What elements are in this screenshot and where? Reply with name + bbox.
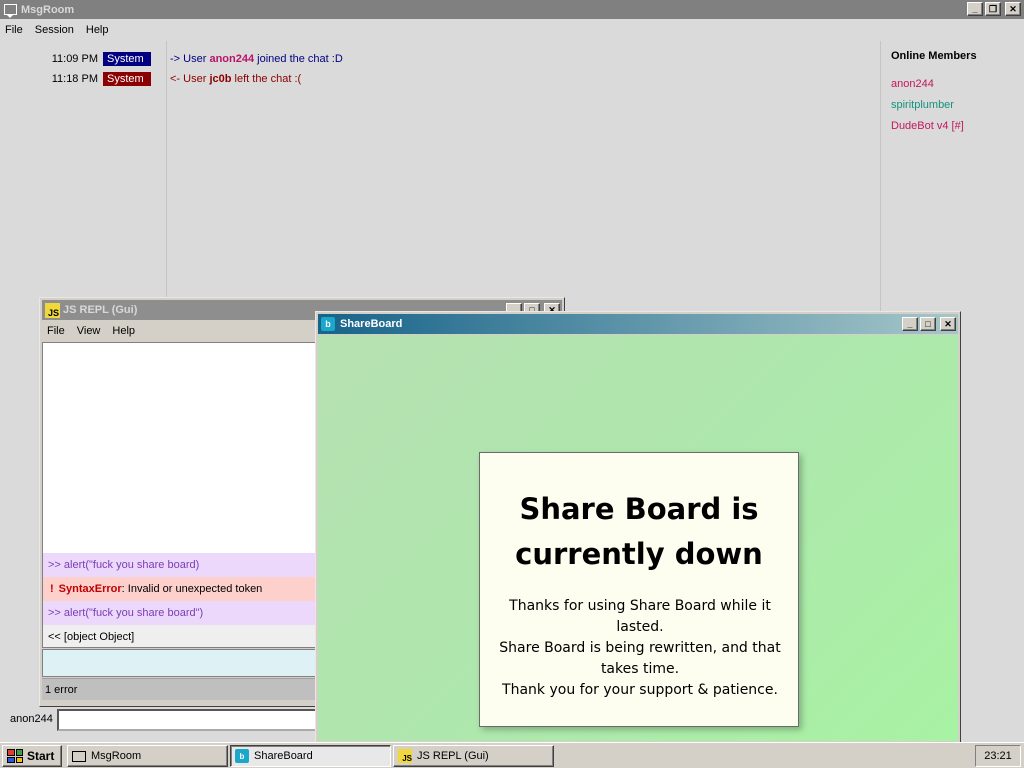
chat-icon — [4, 4, 17, 18]
taskbar-button-shareboard[interactable]: b ShareBoard — [230, 745, 391, 767]
maintenance-notice: Share Board is currently down Thanks for… — [479, 452, 799, 727]
notice-body-line: Share Board is being rewritten, and that… — [499, 640, 781, 677]
shareboard-canvas: Share Board is currently down Thanks for… — [318, 335, 958, 741]
message-text: <- User jc0b left the chat :( — [170, 73, 301, 85]
repl-code: alert("fuck you share board") — [63, 607, 204, 619]
msgroom-title: MsgRoom — [21, 3, 75, 16]
msgroom-menubar: File Session Help — [0, 19, 1024, 41]
repl-prefix: >> — [48, 559, 61, 571]
error-count: 1 error — [45, 683, 78, 696]
notice-heading-line: Share Board is — [519, 492, 759, 526]
repl-prefix: >> — [48, 607, 61, 619]
repl-code-input[interactable] — [42, 649, 362, 677]
message-prefix: User — [183, 73, 207, 85]
notice-body-line: Thanks for using Share Board while it la… — [509, 598, 771, 635]
restore-button[interactable]: ❐ — [985, 2, 1001, 16]
message-username[interactable]: jc0b — [209, 73, 231, 85]
message-timestamp: 11:09 PM — [51, 53, 98, 65]
menu-help[interactable]: Help — [107, 325, 142, 337]
menu-view[interactable]: View — [72, 325, 108, 337]
chat-icon — [72, 750, 86, 762]
shareboard-icon: b — [235, 749, 249, 763]
repl-menubar: File View Help — [42, 322, 142, 340]
error-message: : Invalid or unexpected token — [121, 583, 263, 595]
message-username[interactable]: anon244 — [209, 53, 254, 65]
menu-file[interactable]: File — [42, 325, 72, 337]
repl-output-line: << [object Object] — [43, 625, 361, 647]
message-arrow: -> — [170, 53, 181, 65]
js-icon: JS — [398, 749, 412, 763]
chat-message-row: 11:18 PM System <- User jc0b left the ch… — [0, 72, 301, 86]
message-text: -> User anon244 joined the chat :D — [170, 53, 343, 65]
repl-error-line: ! SyntaxError: Invalid or unexpected toke… — [43, 577, 361, 601]
message-prefix: User — [183, 53, 207, 65]
system-tray: 23:21 — [975, 745, 1021, 767]
member-item[interactable]: DudeBot v4 [#] — [891, 120, 964, 132]
msgroom-titlebar[interactable]: MsgRoom _ ❐ ✕ — [0, 0, 1024, 19]
repl-prefix: << — [48, 631, 61, 643]
menu-help[interactable]: Help — [81, 24, 116, 36]
minimize-button[interactable]: _ — [967, 2, 983, 16]
start-button[interactable]: Start — [2, 745, 62, 767]
repl-output: >> alert("fuck you share board) ! SyntaxE… — [42, 342, 362, 648]
repl-input-line: >> alert("fuck you share board) — [43, 553, 361, 577]
js-icon: JS — [45, 302, 60, 318]
shareboard-icon: b — [321, 317, 335, 331]
chat-input-row: anon244 — [0, 706, 320, 732]
notice-body: Thanks for using Share Board while it la… — [490, 596, 790, 701]
repl-result: [object Object] — [63, 631, 135, 643]
msgroom-window-controls: _ ❐ ✕ — [967, 2, 1021, 16]
minimize-button[interactable]: _ — [902, 317, 918, 331]
maximize-button[interactable]: □ — [920, 317, 936, 331]
notice-heading: Share Board is currently down — [480, 487, 798, 577]
taskbar-label: ShareBoard — [254, 750, 313, 762]
shareboard-window-controls: _ □ ✕ — [902, 317, 956, 331]
member-item[interactable]: spiritplumber — [891, 99, 954, 111]
taskbar-button-js-repl[interactable]: JS JS REPL (Gui) — [393, 745, 554, 767]
shareboard-window: b ShareBoard _ □ ✕ Share Board is curren… — [315, 311, 961, 743]
message-suffix: joined the chat :D — [257, 53, 343, 65]
members-title: Online Members — [891, 50, 977, 62]
repl-code: alert("fuck you share board) — [63, 559, 200, 571]
error-name: SyntaxError — [58, 583, 122, 595]
menu-session[interactable]: Session — [30, 24, 81, 36]
repl-status-bar: 1 error — [42, 678, 362, 700]
windows-logo-icon — [7, 749, 23, 763]
menu-file[interactable]: File — [0, 24, 30, 36]
repl-title: JS REPL (Gui) — [63, 304, 138, 316]
error-icon: ! — [50, 583, 54, 595]
member-item[interactable]: anon244 — [891, 78, 934, 90]
system-badge: System — [103, 72, 151, 86]
chat-input[interactable] — [57, 709, 320, 731]
shareboard-titlebar[interactable]: b ShareBoard _ □ ✕ — [318, 314, 958, 334]
notice-body-line: Thank you for your support & patience. — [502, 682, 778, 698]
clock[interactable]: 23:21 — [984, 750, 1012, 762]
message-arrow: <- — [170, 73, 181, 85]
system-badge: System — [103, 52, 151, 66]
taskbar-label: MsgRoom — [91, 750, 142, 762]
message-suffix: left the chat :( — [234, 73, 302, 85]
notice-heading-line: currently down — [515, 537, 763, 571]
chat-message-row: 11:09 PM System -> User anon244 joined t… — [0, 52, 343, 66]
current-username: anon244 — [10, 713, 53, 725]
start-label: Start — [27, 749, 55, 763]
close-button[interactable]: ✕ — [1005, 2, 1021, 16]
message-timestamp: 11:18 PM — [51, 73, 98, 85]
shareboard-title: ShareBoard — [340, 318, 403, 330]
repl-input-line: >> alert("fuck you share board") — [43, 601, 361, 625]
taskbar: Start MsgRoom b ShareBoard JS JS REPL (G… — [0, 742, 1024, 768]
taskbar-button-msgroom[interactable]: MsgRoom — [67, 745, 228, 767]
taskbar-label: JS REPL (Gui) — [417, 750, 489, 762]
close-button[interactable]: ✕ — [940, 317, 956, 331]
